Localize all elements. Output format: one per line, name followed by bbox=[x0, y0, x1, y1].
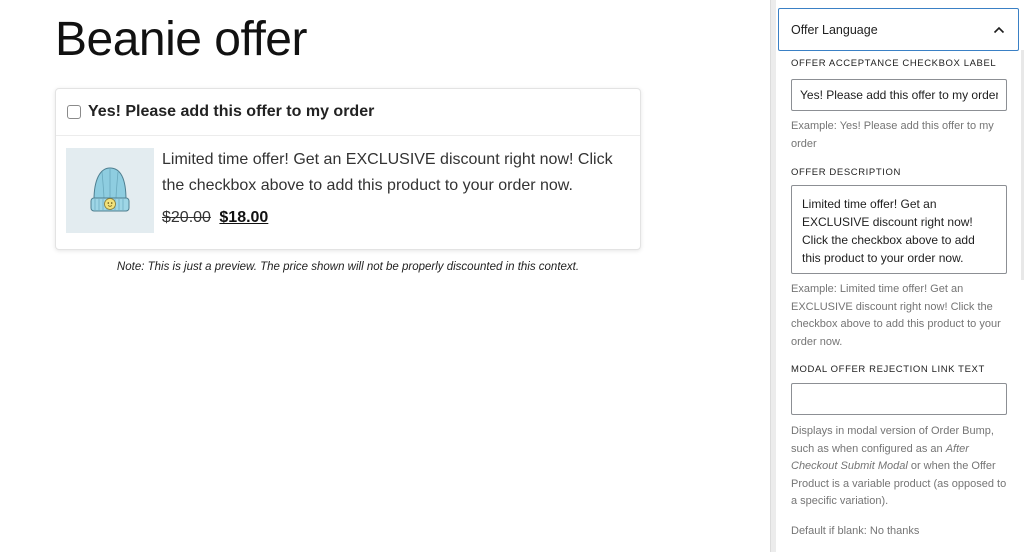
settings-sidebar: Offer Language OFFER ACCEPTANCE CHECKBOX… bbox=[776, 0, 1024, 552]
checkbox-label-field-label: OFFER ACCEPTANCE CHECKBOX LABEL bbox=[791, 58, 997, 69]
offer-language-panel-toggle[interactable]: Offer Language bbox=[778, 8, 1019, 51]
description-textarea[interactable]: Limited time offer! Get an EXCLUSIVE dis… bbox=[791, 185, 1007, 274]
rejection-link-default: Default if blank: No thanks bbox=[791, 525, 920, 537]
offer-checkbox[interactable] bbox=[67, 105, 81, 119]
description-help: Example: Limited time offer! Get an EXCL… bbox=[791, 283, 1001, 348]
offer-body: Limited time offer! Get an EXCLUSIVE dis… bbox=[56, 136, 640, 250]
beanie-product-image bbox=[66, 148, 154, 233]
discounted-price: $18.00 bbox=[219, 209, 269, 226]
rejection-link-field-label: MODAL OFFER REJECTION LINK TEXT bbox=[791, 364, 985, 375]
offer-header[interactable]: Yes! Please add this offer to my order bbox=[56, 89, 640, 136]
checkbox-label-help: Example: Yes! Please add this offer to m… bbox=[791, 120, 994, 150]
offer-description: Limited time offer! Get an EXCLUSIVE dis… bbox=[162, 151, 613, 194]
price-row: $20.00 $18.00 bbox=[162, 209, 268, 227]
page-title: Beanie offer bbox=[55, 13, 307, 66]
chevron-up-icon[interactable] bbox=[992, 25, 1006, 35]
preview-note: Note: This is just a preview. The price … bbox=[116, 261, 580, 273]
beanie-icon bbox=[90, 167, 130, 212]
rejection-link-input[interactable] bbox=[791, 383, 1007, 415]
panel-title: Offer Language bbox=[791, 22, 878, 37]
offer-card: Yes! Please add this offer to my order L… bbox=[55, 88, 641, 250]
description-field-label: OFFER DESCRIPTION bbox=[791, 167, 901, 178]
offer-checkbox-label[interactable]: Yes! Please add this offer to my order bbox=[88, 103, 374, 121]
original-price: $20.00 bbox=[162, 209, 211, 226]
checkbox-label-input[interactable] bbox=[791, 79, 1007, 111]
rejection-link-help: Displays in modal version of Order Bump,… bbox=[791, 423, 1009, 511]
